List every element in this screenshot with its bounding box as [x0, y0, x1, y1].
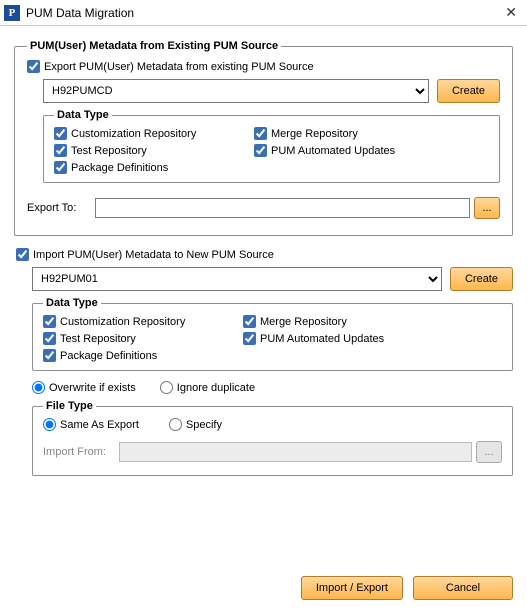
file-type-group: File Type Same As Export Specify Import … [32, 400, 513, 476]
import-datatype-legend: Data Type [43, 297, 101, 309]
export-dt-merge-checkbox[interactable] [254, 127, 267, 140]
export-source-select[interactable]: H92PUMCD [43, 79, 429, 103]
import-source-row: H92PUM01 Create [32, 267, 513, 291]
cancel-button[interactable]: Cancel [413, 576, 513, 600]
export-to-label: Export To: [27, 202, 91, 214]
import-dt-test-checkbox[interactable] [43, 332, 56, 345]
import-create-button[interactable]: Create [450, 267, 513, 291]
export-dt-merge-label: Merge Repository [271, 128, 358, 140]
same-as-export-radio-label[interactable]: Same As Export [43, 418, 139, 431]
import-from-row: Import From: ... [43, 441, 502, 463]
ignore-text: Ignore duplicate [177, 382, 255, 394]
import-from-input [119, 442, 472, 462]
import-dt-automated-label: PUM Automated Updates [260, 333, 384, 345]
export-dt-test-label: Test Repository [71, 145, 147, 157]
same-as-export-text: Same As Export [60, 419, 139, 431]
import-from-browse-button: ... [476, 441, 502, 463]
import-dt-package-label: Package Definitions [60, 350, 157, 362]
window-title: PUM Data Migration [26, 6, 501, 20]
titlebar: P PUM Data Migration ✕ [0, 0, 527, 26]
import-dt-customization-label: Customization Repository [60, 316, 185, 328]
import-dt-merge-label: Merge Repository [260, 316, 347, 328]
ignore-radio[interactable] [160, 381, 173, 394]
export-dt-automated-checkbox[interactable] [254, 144, 267, 157]
import-datatype-group: Data Type Customization Repository Merge… [32, 297, 513, 371]
export-enable-row: Export PUM(User) Metadata from existing … [27, 60, 500, 73]
import-enable-label: Import PUM(User) Metadata to New PUM Sou… [33, 249, 274, 261]
export-dt-package-label: Package Definitions [71, 162, 168, 174]
file-type-legend: File Type [43, 400, 96, 412]
export-dt-customization-label: Customization Repository [71, 128, 196, 140]
export-group-title: PUM(User) Metadata from Existing PUM Sou… [27, 40, 281, 52]
import-from-label: Import From: [43, 446, 115, 458]
export-datatype-group: Data Type Customization Repository Merge… [43, 109, 500, 183]
export-dt-customization-checkbox[interactable] [54, 127, 67, 140]
content-area: PUM(User) Metadata from Existing PUM Sou… [0, 26, 527, 564]
export-enable-checkbox[interactable] [27, 60, 40, 73]
export-enable-label: Export PUM(User) Metadata from existing … [44, 61, 314, 73]
export-to-browse-button[interactable]: ... [474, 197, 500, 219]
export-to-row: Export To: ... [27, 197, 500, 219]
overwrite-radio[interactable] [32, 381, 45, 394]
import-enable-row: Import PUM(User) Metadata to New PUM Sou… [16, 248, 513, 261]
import-enable-checkbox[interactable] [16, 248, 29, 261]
import-dt-automated-checkbox[interactable] [243, 332, 256, 345]
import-dt-package-checkbox[interactable] [43, 349, 56, 362]
file-type-radio-row: Same As Export Specify [43, 416, 502, 431]
import-source-select[interactable]: H92PUM01 [32, 267, 442, 291]
same-as-export-radio[interactable] [43, 418, 56, 431]
overwrite-radio-label[interactable]: Overwrite if exists [32, 381, 136, 394]
app-icon: P [4, 5, 20, 21]
import-dt-customization-checkbox[interactable] [43, 315, 56, 328]
export-source-row: H92PUMCD Create [43, 79, 500, 103]
import-conflict-row: Overwrite if exists Ignore duplicate [32, 381, 513, 394]
export-create-button[interactable]: Create [437, 79, 500, 103]
export-to-input[interactable] [95, 198, 470, 218]
export-group: PUM(User) Metadata from Existing PUM Sou… [14, 40, 513, 236]
ignore-radio-label[interactable]: Ignore duplicate [160, 381, 255, 394]
specify-text: Specify [186, 419, 222, 431]
import-dt-merge-checkbox[interactable] [243, 315, 256, 328]
import-export-button[interactable]: Import / Export [301, 576, 403, 600]
specify-radio[interactable] [169, 418, 182, 431]
close-icon[interactable]: ✕ [501, 2, 521, 23]
import-dt-test-label: Test Repository [60, 333, 136, 345]
specify-radio-label[interactable]: Specify [169, 418, 222, 431]
export-dt-test-checkbox[interactable] [54, 144, 67, 157]
footer: Import / Export Cancel [0, 564, 527, 614]
dialog-window: P PUM Data Migration ✕ PUM(User) Metadat… [0, 0, 527, 614]
export-dt-automated-label: PUM Automated Updates [271, 145, 395, 157]
export-datatype-legend: Data Type [54, 109, 112, 121]
export-dt-package-checkbox[interactable] [54, 161, 67, 174]
overwrite-text: Overwrite if exists [49, 382, 136, 394]
